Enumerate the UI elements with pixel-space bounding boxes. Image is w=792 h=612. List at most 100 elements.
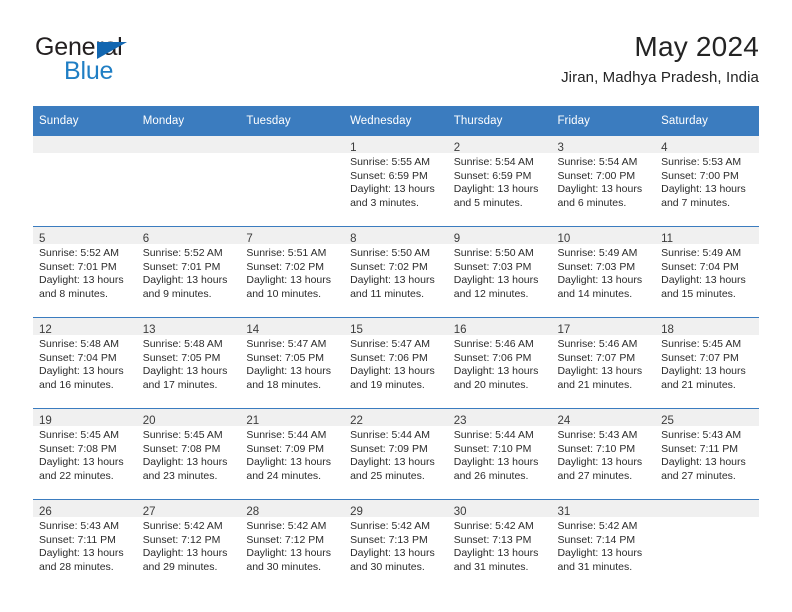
daylight-text-line1: Daylight: 13 hours bbox=[142, 274, 228, 287]
general-blue-logo[interactable]: General Blue bbox=[33, 35, 233, 91]
calendar-day-cell[interactable]: 24 Sunrise: 5:43 AM Sunset: 7:10 PM Dayligh… bbox=[551, 408, 656, 500]
daylight-text-line1: Daylight: 13 hours bbox=[453, 274, 539, 287]
calendar-day-cell[interactable]: 11 Sunrise: 5:49 AM Sunset: 7:04 PM Dayligh… bbox=[655, 226, 759, 318]
calendar-day-cell[interactable]: 12 Sunrise: 5:48 AM Sunset: 7:04 PM Dayligh… bbox=[33, 317, 137, 409]
sunset-text: Sunset: 7:10 PM bbox=[453, 442, 532, 455]
sunset-text: Sunset: 7:02 PM bbox=[246, 260, 325, 273]
day-cell-inner bbox=[136, 136, 241, 226]
day-sun-info: Sunrise: 5:53 AM Sunset: 7:00 PM Daylight:… bbox=[655, 153, 759, 210]
sunrise-text: Sunrise: 5:46 AM bbox=[453, 338, 534, 350]
daylight-text-line2: and 8 minutes. bbox=[39, 287, 108, 300]
sunrise-text: Sunrise: 5:42 AM bbox=[557, 520, 638, 532]
calendar-day-cell[interactable]: 20 Sunrise: 5:45 AM Sunset: 7:08 PM Dayligh… bbox=[136, 408, 241, 500]
day-sun-info: Sunrise: 5:42 AM Sunset: 7:13 PM Daylight:… bbox=[448, 517, 552, 574]
sunrise-text: Sunrise: 5:44 AM bbox=[453, 429, 534, 441]
day-cell-inner: 4 Sunrise: 5:53 AM Sunset: 7:00 PM Daylight… bbox=[655, 136, 759, 226]
daylight-text-line2: and 11 minutes. bbox=[350, 287, 424, 300]
calendar-day-cell[interactable]: 6 Sunrise: 5:52 AM Sunset: 7:01 PM Daylight… bbox=[136, 226, 241, 318]
calendar-day-cell[interactable]: 3 Sunrise: 5:54 AM Sunset: 7:00 PM Daylight… bbox=[551, 135, 656, 227]
day-number-band: 12 bbox=[33, 318, 137, 336]
calendar-day-cell[interactable]: 28 Sunrise: 5:42 AM Sunset: 7:12 PM Dayligh… bbox=[240, 499, 345, 590]
calendar-day-cell[interactable]: 2 Sunrise: 5:54 AM Sunset: 6:59 PM Daylight… bbox=[447, 135, 552, 227]
sunrise-text: Sunrise: 5:45 AM bbox=[39, 429, 119, 441]
day-cell-inner: 10 Sunrise: 5:49 AM Sunset: 7:03 PM Dayligh… bbox=[551, 227, 656, 317]
day-sun-info: Sunrise: 5:42 AM Sunset: 7:12 PM Daylight:… bbox=[137, 517, 241, 574]
calendar-body: 1 Sunrise: 5:55 AM Sunset: 6:59 PM Daylight… bbox=[33, 135, 759, 590]
sunset-text: Sunset: 7:06 PM bbox=[350, 351, 428, 364]
calendar-day-cell[interactable]: 30 Sunrise: 5:42 AM Sunset: 7:13 PM Dayligh… bbox=[447, 499, 552, 590]
day-sun-info: Sunrise: 5:46 AM Sunset: 7:07 PM Daylight:… bbox=[551, 335, 655, 392]
day-number: 4 bbox=[661, 142, 668, 154]
day-sun-info: Sunrise: 5:49 AM Sunset: 7:04 PM Daylight:… bbox=[655, 244, 759, 301]
calendar-day-cell[interactable]: 29 Sunrise: 5:42 AM Sunset: 7:13 PM Dayligh… bbox=[344, 499, 448, 590]
calendar-day-cell[interactable]: 27 Sunrise: 5:42 AM Sunset: 7:12 PM Dayligh… bbox=[136, 499, 241, 590]
weekday-header-saturday: Saturday bbox=[655, 106, 759, 136]
day-cell-inner: 18 Sunrise: 5:45 AM Sunset: 7:07 PM Dayligh… bbox=[655, 318, 759, 408]
sunset-text: Sunset: 7:14 PM bbox=[557, 533, 636, 546]
sunrise-text: Sunrise: 5:42 AM bbox=[453, 520, 534, 532]
day-number-band: 14 bbox=[240, 318, 345, 336]
daylight-text-line2: and 26 minutes. bbox=[453, 469, 529, 482]
daylight-text-line1: Daylight: 13 hours bbox=[557, 547, 643, 560]
day-cell-inner: 11 Sunrise: 5:49 AM Sunset: 7:04 PM Dayligh… bbox=[655, 227, 759, 317]
day-sun-info: Sunrise: 5:43 AM Sunset: 7:10 PM Daylight:… bbox=[551, 426, 655, 483]
calendar-day-cell[interactable]: 23 Sunrise: 5:44 AM Sunset: 7:10 PM Dayligh… bbox=[447, 408, 552, 500]
sunset-text: Sunset: 7:02 PM bbox=[350, 260, 428, 273]
daylight-text-line2: and 6 minutes. bbox=[557, 196, 627, 209]
day-sun-info bbox=[240, 153, 344, 156]
calendar-day-cell[interactable]: 4 Sunrise: 5:53 AM Sunset: 7:00 PM Daylight… bbox=[655, 135, 759, 227]
calendar-day-cell[interactable]: 19 Sunrise: 5:45 AM Sunset: 7:08 PM Dayligh… bbox=[33, 408, 137, 500]
day-sun-info: Sunrise: 5:47 AM Sunset: 7:05 PM Daylight:… bbox=[240, 335, 344, 392]
calendar-day-cell[interactable]: 25 Sunrise: 5:43 AM Sunset: 7:11 PM Dayligh… bbox=[655, 408, 759, 500]
day-cell-inner: 13 Sunrise: 5:48 AM Sunset: 7:05 PM Dayligh… bbox=[136, 318, 241, 408]
calendar-day-cell[interactable]: 5 Sunrise: 5:52 AM Sunset: 7:01 PM Daylight… bbox=[33, 226, 137, 318]
day-sun-info: Sunrise: 5:46 AM Sunset: 7:06 PM Daylight:… bbox=[448, 335, 552, 392]
sunset-text: Sunset: 6:59 PM bbox=[350, 169, 428, 182]
day-number: 2 bbox=[453, 142, 461, 154]
day-number-band: 20 bbox=[136, 409, 241, 427]
weekday-header-thursday: Thursday bbox=[447, 106, 552, 136]
calendar-day-cell[interactable]: 17 Sunrise: 5:46 AM Sunset: 7:07 PM Dayligh… bbox=[551, 317, 656, 409]
sunset-text: Sunset: 7:12 PM bbox=[246, 533, 325, 546]
day-number: 10 bbox=[557, 233, 571, 245]
day-number: 22 bbox=[350, 415, 363, 427]
title-block: May 2024 Jiran, Madhya Pradesh, India bbox=[561, 30, 759, 89]
day-cell-inner: 17 Sunrise: 5:46 AM Sunset: 7:07 PM Dayligh… bbox=[551, 318, 656, 408]
daylight-text-line2: and 10 minutes. bbox=[246, 287, 322, 300]
daylight-text-line1: Daylight: 13 hours bbox=[350, 456, 435, 469]
sunset-text: Sunset: 7:11 PM bbox=[39, 533, 116, 546]
calendar-day-cell[interactable]: 13 Sunrise: 5:48 AM Sunset: 7:05 PM Dayligh… bbox=[136, 317, 241, 409]
calendar-day-cell[interactable]: 26 Sunrise: 5:43 AM Sunset: 7:11 PM Dayligh… bbox=[33, 499, 137, 590]
calendar-day-cell[interactable]: 15 Sunrise: 5:47 AM Sunset: 7:06 PM Dayligh… bbox=[344, 317, 448, 409]
calendar-day-cell[interactable]: 1 Sunrise: 5:55 AM Sunset: 6:59 PM Daylight… bbox=[344, 135, 448, 227]
day-number-band: 2 bbox=[447, 136, 552, 154]
calendar-day-cell[interactable]: 18 Sunrise: 5:45 AM Sunset: 7:07 PM Dayligh… bbox=[655, 317, 759, 409]
day-number: 17 bbox=[557, 324, 571, 336]
day-cell-inner: 26 Sunrise: 5:43 AM Sunset: 7:11 PM Dayligh… bbox=[33, 500, 137, 590]
sunset-text: Sunset: 7:11 PM bbox=[661, 442, 738, 455]
sunrise-text: Sunrise: 5:45 AM bbox=[142, 429, 223, 441]
calendar-day-cell[interactable]: 31 Sunrise: 5:42 AM Sunset: 7:14 PM Dayligh… bbox=[551, 499, 656, 590]
calendar-day-cell[interactable]: 16 Sunrise: 5:46 AM Sunset: 7:06 PM Dayligh… bbox=[447, 317, 552, 409]
daylight-text-line2: and 21 minutes. bbox=[661, 378, 736, 391]
day-sun-info: Sunrise: 5:42 AM Sunset: 7:14 PM Daylight:… bbox=[551, 517, 655, 574]
calendar-day-cell-empty bbox=[136, 135, 241, 227]
daylight-text-line2: and 12 minutes. bbox=[453, 287, 529, 300]
sunset-text: Sunset: 7:01 PM bbox=[39, 260, 117, 273]
day-cell-inner: 9 Sunrise: 5:50 AM Sunset: 7:03 PM Daylight… bbox=[447, 227, 552, 317]
calendar-day-cell[interactable]: 8 Sunrise: 5:50 AM Sunset: 7:02 PM Daylight… bbox=[344, 226, 448, 318]
sunrise-text: Sunrise: 5:43 AM bbox=[661, 429, 742, 441]
calendar-day-cell[interactable]: 9 Sunrise: 5:50 AM Sunset: 7:03 PM Daylight… bbox=[447, 226, 552, 318]
calendar-day-cell[interactable]: 21 Sunrise: 5:44 AM Sunset: 7:09 PM Dayligh… bbox=[240, 408, 345, 500]
day-sun-info: Sunrise: 5:45 AM Sunset: 7:07 PM Daylight:… bbox=[655, 335, 759, 392]
daylight-text-line1: Daylight: 13 hours bbox=[142, 547, 228, 560]
calendar-day-cell[interactable]: 14 Sunrise: 5:47 AM Sunset: 7:05 PM Dayligh… bbox=[240, 317, 345, 409]
calendar-day-cell[interactable]: 7 Sunrise: 5:51 AM Sunset: 7:02 PM Daylight… bbox=[240, 226, 345, 318]
day-cell-inner: 20 Sunrise: 5:45 AM Sunset: 7:08 PM Dayligh… bbox=[136, 409, 241, 499]
weekday-header-sunday: Sunday bbox=[33, 106, 137, 136]
calendar-day-cell[interactable]: 22 Sunrise: 5:44 AM Sunset: 7:09 PM Dayligh… bbox=[344, 408, 448, 500]
sunrise-text: Sunrise: 5:50 AM bbox=[453, 247, 534, 259]
day-sun-info: Sunrise: 5:44 AM Sunset: 7:10 PM Daylight:… bbox=[448, 426, 552, 483]
day-cell-inner: 7 Sunrise: 5:51 AM Sunset: 7:02 PM Daylight… bbox=[240, 227, 345, 317]
calendar-day-cell[interactable]: 10 Sunrise: 5:49 AM Sunset: 7:03 PM Dayligh… bbox=[551, 226, 656, 318]
